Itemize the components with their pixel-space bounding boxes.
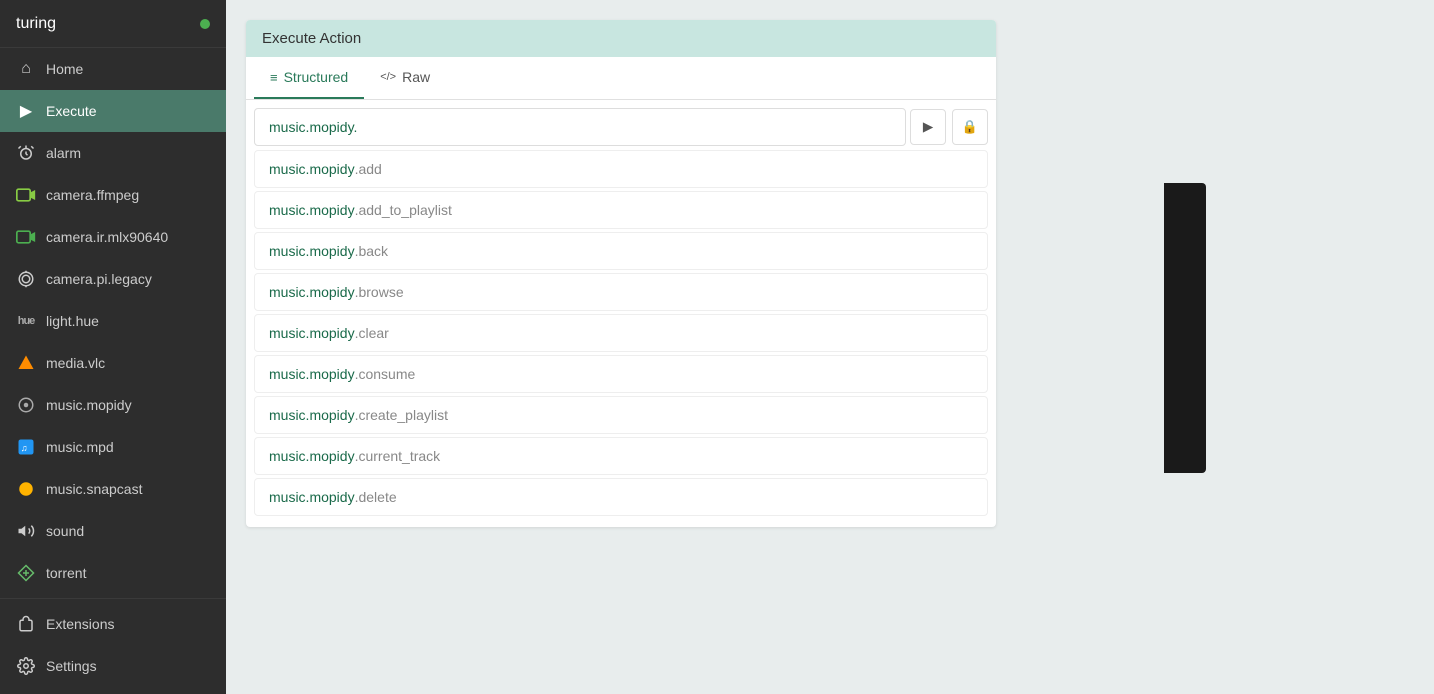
extensions-icon (16, 614, 36, 634)
dark-output-panel (1164, 183, 1206, 473)
execute-panel-header: Execute Action (246, 20, 996, 57)
sidebar-header: turing (0, 0, 226, 48)
action-prefix: music.mopidy (269, 407, 355, 423)
play-icon: ▶ (923, 119, 933, 135)
sidebar-item-label: music.mopidy (46, 397, 132, 413)
sidebar-item-media-vlc[interactable]: media.vlc (0, 342, 226, 384)
status-indicator (200, 19, 210, 29)
torrent-icon (16, 563, 36, 583)
sidebar-item-torrent[interactable]: torrent (0, 552, 226, 594)
lock-button[interactable]: 🔒 (952, 109, 988, 145)
light-hue-icon: hue (16, 311, 36, 331)
action-suffix: .delete (355, 489, 397, 505)
sidebar-item-camera-ir[interactable]: camera.ir.mlx90640 (0, 216, 226, 258)
action-suffix: .add_to_playlist (355, 202, 452, 218)
action-prefix: music.mopidy (269, 448, 355, 464)
music-snapcast-icon (16, 479, 36, 499)
sidebar-item-extensions[interactable]: Extensions (0, 603, 226, 645)
camera-ffmpeg-icon (16, 185, 36, 205)
execute-panel: Execute Action ≡ Structured </> Raw ▶ (246, 20, 996, 527)
action-suffix: .add (355, 161, 382, 177)
sidebar-item-label: music.mpd (46, 439, 114, 455)
sidebar-item-label: Home (46, 61, 83, 77)
camera-ir-icon (16, 227, 36, 247)
music-mopidy-icon (16, 395, 36, 415)
action-suffix: .clear (355, 325, 389, 341)
alarm-icon (16, 143, 36, 163)
sidebar-item-settings[interactable]: Settings (0, 645, 226, 687)
action-prefix: music.mopidy (269, 489, 355, 505)
action-prefix: music.mopidy (269, 325, 355, 341)
sidebar-item-music-snapcast[interactable]: music.snapcast (0, 468, 226, 510)
sidebar-item-label: camera.ir.mlx90640 (46, 229, 168, 245)
sidebar-item-music-mpd[interactable]: ♫ music.mpd (0, 426, 226, 468)
sidebar-item-alarm[interactable]: alarm (0, 132, 226, 174)
action-input[interactable] (254, 108, 906, 146)
sidebar-divider (0, 598, 226, 599)
action-suffix: .browse (355, 284, 404, 300)
sidebar-item-light-hue[interactable]: hue light.hue (0, 300, 226, 342)
action-prefix: music.mopidy (269, 161, 355, 177)
sidebar-title: turing (16, 15, 56, 33)
list-item[interactable]: music.mopidy.back (254, 232, 988, 270)
lock-icon: 🔒 (962, 119, 978, 135)
code-icon: </> (380, 71, 396, 83)
sidebar-item-label: Settings (46, 658, 97, 674)
list-item[interactable]: music.mopidy.delete (254, 478, 988, 516)
sidebar-item-label: camera.ffmpeg (46, 187, 139, 203)
run-button[interactable]: ▶ (910, 109, 946, 145)
sidebar-item-label: alarm (46, 145, 81, 161)
music-mpd-icon: ♫ (16, 437, 36, 457)
sidebar: turing ⌂ Home ▶ Execute alarm (0, 0, 226, 694)
main-content: Execute Action ≡ Structured </> Raw ▶ (226, 0, 1434, 694)
sidebar-item-logout[interactable]: Logout (0, 687, 226, 694)
sidebar-item-camera-ffmpeg[interactable]: camera.ffmpeg (0, 174, 226, 216)
sidebar-nav: ⌂ Home ▶ Execute alarm (0, 48, 226, 694)
execute-panel-title: Execute Action (262, 30, 361, 47)
tab-raw[interactable]: </> Raw (364, 57, 446, 99)
action-prefix: music.mopidy (269, 202, 355, 218)
sidebar-item-sound[interactable]: sound (0, 510, 226, 552)
media-vlc-icon (16, 353, 36, 373)
list-item[interactable]: music.mopidy.clear (254, 314, 988, 352)
sidebar-item-music-mopidy[interactable]: music.mopidy (0, 384, 226, 426)
sidebar-item-label: Execute (46, 103, 97, 119)
action-suffix: .consume (355, 366, 416, 382)
action-suffix: .current_track (355, 448, 441, 464)
svg-text:♫: ♫ (21, 443, 28, 453)
sidebar-item-execute[interactable]: ▶ Execute (0, 90, 226, 132)
sidebar-item-label: light.hue (46, 313, 99, 329)
home-icon: ⌂ (16, 59, 36, 79)
list-item[interactable]: music.mopidy.consume (254, 355, 988, 393)
action-prefix: music.mopidy (269, 366, 355, 382)
camera-pi-icon (16, 269, 36, 289)
sidebar-item-camera-pi[interactable]: camera.pi.legacy (0, 258, 226, 300)
tab-raw-label: Raw (402, 69, 430, 85)
list-item[interactable]: music.mopidy.add (254, 150, 988, 188)
tab-structured-label: Structured (284, 69, 349, 85)
list-item[interactable]: music.mopidy.add_to_playlist (254, 191, 988, 229)
list-item[interactable]: music.mopidy.browse (254, 273, 988, 311)
settings-icon (16, 656, 36, 676)
sidebar-item-label: torrent (46, 565, 86, 581)
list-icon: ≡ (270, 70, 278, 85)
sidebar-item-home[interactable]: ⌂ Home (0, 48, 226, 90)
action-prefix: music.mopidy (269, 243, 355, 259)
tab-structured[interactable]: ≡ Structured (254, 57, 364, 99)
sidebar-item-label: music.snapcast (46, 481, 142, 497)
action-suffix: .create_playlist (355, 407, 448, 423)
sidebar-item-label: sound (46, 523, 84, 539)
action-suffix: .back (355, 243, 388, 259)
list-item[interactable]: music.mopidy.create_playlist (254, 396, 988, 434)
list-item[interactable]: music.mopidy.current_track (254, 437, 988, 475)
action-prefix: music.mopidy (269, 284, 355, 300)
sidebar-item-label: Extensions (46, 616, 114, 632)
execute-tabs: ≡ Structured </> Raw (246, 57, 996, 100)
action-input-row: ▶ 🔒 (254, 108, 988, 146)
sidebar-item-label: media.vlc (46, 355, 105, 371)
sound-icon (16, 521, 36, 541)
execute-icon: ▶ (16, 101, 36, 121)
action-list: ▶ 🔒 music.mopidy.add music.mopidy.add_to… (246, 100, 996, 527)
sidebar-item-label: camera.pi.legacy (46, 271, 152, 287)
